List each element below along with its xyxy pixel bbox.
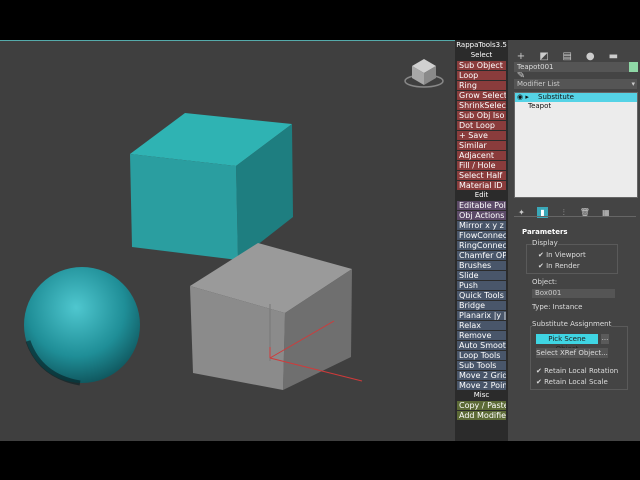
- in-render-checkbox[interactable]: ✔ In Render: [538, 262, 580, 270]
- rt-bridge-button[interactable]: Bridge: [457, 301, 506, 310]
- rt-chamfer-op-button[interactable]: Chamfer OP: [457, 251, 506, 260]
- rt-material-id-button[interactable]: Material ID: [457, 181, 506, 190]
- viewport-scene[interactable]: [0, 41, 455, 442]
- select-xref-object-button[interactable]: Select XRef Object...: [536, 348, 608, 358]
- rt-sub-object-button[interactable]: Sub Object: [457, 61, 506, 70]
- rt-similar-button[interactable]: Similar: [457, 141, 506, 150]
- modifier-stack[interactable]: ◉ ▸ Substitute Teapot: [514, 92, 638, 198]
- in-viewport-label: In Viewport: [546, 251, 586, 259]
- rt-shrink-select-button[interactable]: ShrinkSelect: [457, 101, 506, 110]
- retain-rotation-label: Retain Local Rotation: [544, 367, 619, 375]
- command-panel-tabs: + ◩ ▤ ● ▬ ✎: [514, 44, 634, 81]
- object-name-field[interactable]: Teapot001: [514, 62, 629, 72]
- select-section-label: Select: [470, 51, 493, 59]
- rt-copy-paste-button[interactable]: Copy / Paste: [457, 401, 506, 410]
- grey-box[interactable]: [190, 243, 363, 390]
- misc-buttons: Copy / Paste Add Modifier: [455, 401, 508, 420]
- panel-divider: [514, 216, 636, 217]
- retain-scale-label: Retain Local Scale: [544, 378, 608, 386]
- rt-ringconnect-button[interactable]: RingConnect: [457, 241, 506, 250]
- rt-quick-tools-button[interactable]: Quick Tools: [457, 291, 506, 300]
- rappatools-panel: RappaTools3.5 Select Sub Object Loop Rin…: [455, 40, 508, 441]
- chevron-down-icon: ▾: [631, 80, 635, 88]
- edit-section-label: Edit: [474, 191, 489, 199]
- rt-relax-button[interactable]: Relax: [457, 321, 506, 330]
- pick-scene-object-button[interactable]: Pick Scene Object: [536, 334, 598, 353]
- rt-loop-tools-button[interactable]: Loop Tools: [457, 351, 506, 360]
- rt-remove-button[interactable]: Remove: [457, 331, 506, 340]
- stack-item-label: Teapot: [528, 102, 552, 110]
- rt-move-2-grid-button[interactable]: Move 2 Grid: [457, 371, 506, 380]
- rt-sub-obj-iso-button[interactable]: Sub Obj Iso: [457, 111, 506, 120]
- rt-planarix-button[interactable]: Planarix |y |z: [457, 311, 506, 320]
- rt-save-button[interactable]: + Save: [457, 131, 506, 140]
- rt-ring-button[interactable]: Ring: [457, 81, 506, 90]
- substitute-assignment-label: Substitute Assignment: [532, 320, 612, 328]
- rt-slide-button[interactable]: Slide: [457, 271, 506, 280]
- viewcube[interactable]: [404, 59, 444, 88]
- rt-flowconnect-button[interactable]: FlowConnect: [457, 231, 506, 240]
- parameters-title[interactable]: Parameters: [522, 228, 568, 236]
- display-label: Display: [532, 239, 558, 247]
- bottom-black-bar: [0, 441, 640, 480]
- rt-dot-loop-button[interactable]: Dot Loop: [457, 121, 506, 130]
- misc-section-label: Misc: [473, 391, 490, 399]
- in-viewport-checkbox[interactable]: ✔ In Viewport: [538, 251, 586, 259]
- pick-options-button[interactable]: ...: [601, 334, 609, 344]
- rt-obj-actions-button[interactable]: Obj Actions: [457, 211, 506, 220]
- rt-select-half-button[interactable]: Select Half: [457, 171, 506, 180]
- rt-add-modifier-button[interactable]: Add Modifier: [457, 411, 506, 420]
- retain-local-rotation-checkbox[interactable]: ✔ Retain Local Rotation: [536, 367, 618, 375]
- rt-loop-button[interactable]: Loop: [457, 71, 506, 80]
- modifier-list-dropdown[interactable]: Modifier List ▾: [514, 79, 637, 89]
- rt-mirror-button[interactable]: Mirror x y z: [457, 221, 506, 230]
- object-label: Object:: [532, 278, 558, 286]
- rt-grow-select-button[interactable]: Grow Select: [457, 91, 506, 100]
- rt-auto-smooth-button[interactable]: Auto Smooth: [457, 341, 506, 350]
- rt-fill-hole-button[interactable]: Fill / Hole: [457, 161, 506, 170]
- stack-item-substitute[interactable]: ◉ ▸ Substitute: [515, 93, 637, 102]
- top-black-bar: [0, 0, 640, 40]
- teal-sphere[interactable]: [24, 267, 140, 386]
- rt-move-2-point-button[interactable]: Move 2 Point: [457, 381, 506, 390]
- stack-item-teapot[interactable]: Teapot: [515, 102, 637, 111]
- select-buttons: Sub Object Loop Ring Grow Select ShrinkS…: [455, 61, 508, 190]
- edit-buttons: Editable Poly Obj Actions Mirror x y z F…: [455, 201, 508, 390]
- in-render-label: In Render: [546, 262, 580, 270]
- modifier-list-label: Modifier List: [517, 80, 560, 88]
- rt-editable-poly-button[interactable]: Editable Poly: [457, 201, 506, 210]
- perspective-viewport[interactable]: [0, 40, 455, 442]
- teal-box[interactable]: [130, 113, 293, 260]
- rt-sub-tools-button[interactable]: Sub Tools: [457, 361, 506, 370]
- eye-icon[interactable]: ◉ ▸: [517, 93, 529, 102]
- object-color-swatch[interactable]: [629, 62, 638, 72]
- retain-local-scale-checkbox[interactable]: ✔ Retain Local Scale: [536, 378, 608, 386]
- rt-push-button[interactable]: Push: [457, 281, 506, 290]
- stack-tool-row: ✦ ▮ ⫶ 🗑 ▦: [516, 200, 636, 218]
- rt-brushes-button[interactable]: Brushes: [457, 261, 506, 270]
- rt-adjacent-button[interactable]: Adjacent: [457, 151, 506, 160]
- object-value-field[interactable]: Box001: [532, 289, 615, 298]
- command-panel: + ◩ ▤ ● ▬ ✎ Teapot001 Modifier List ▾ ◉ …: [508, 40, 640, 441]
- type-label: Type: Instance: [532, 303, 583, 311]
- rappatools-title: RappaTools3.5: [455, 40, 508, 51]
